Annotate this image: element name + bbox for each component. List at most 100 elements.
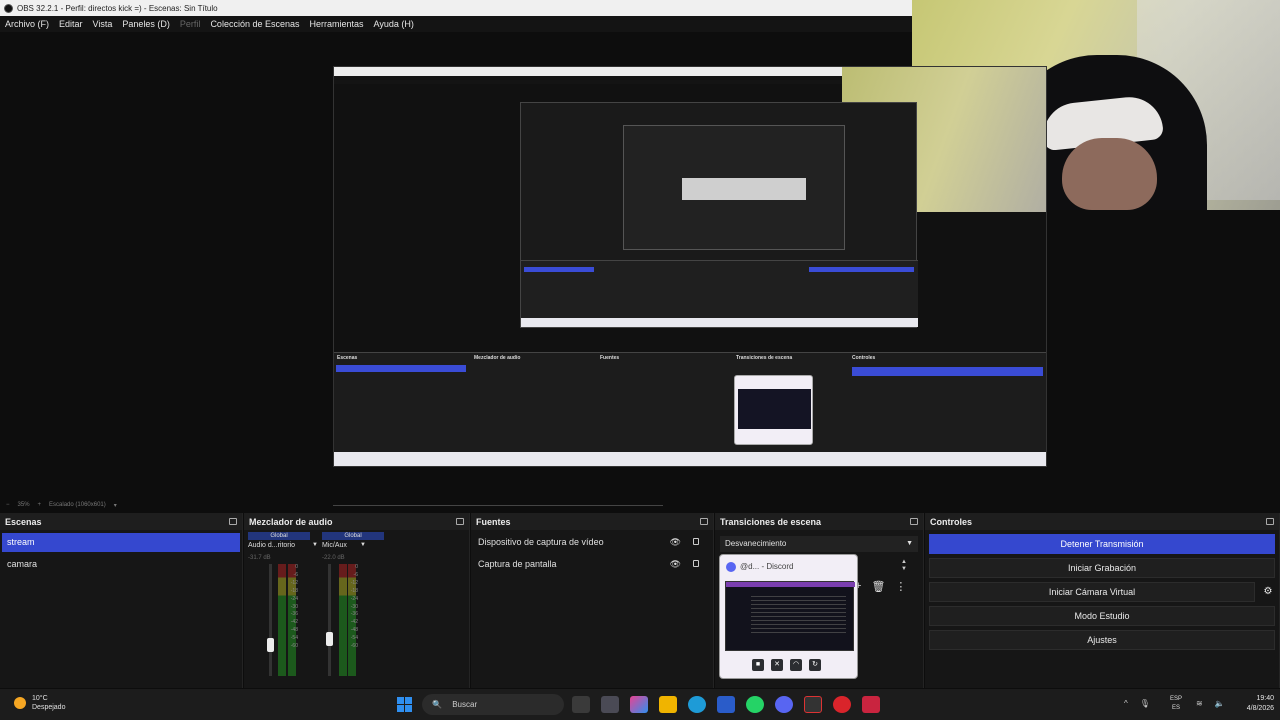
transition-select[interactable]: Desvanecimiento ▼ xyxy=(720,536,918,552)
headphones-icon[interactable]: ◠ xyxy=(790,659,802,671)
nested-inner-preview xyxy=(623,125,845,250)
taskbar-search[interactable]: 🔍 Buscar xyxy=(422,694,564,715)
nested-discord-popup xyxy=(734,375,813,445)
source-label: Dispositivo de captura de vídeo xyxy=(478,537,604,547)
scene-item-camara[interactable]: camara xyxy=(2,555,240,574)
audio-mixer-dock: Mezclador de audio Global Audio d...rito… xyxy=(244,513,470,699)
scenes-dock-header: Escenas xyxy=(0,513,242,530)
virtual-camera-label: Iniciar Cámara Virtual xyxy=(1048,587,1136,597)
edge-icon[interactable] xyxy=(688,696,706,713)
status-icons: ≋ 🔈 xyxy=(1196,699,1225,708)
acrobat-icon[interactable] xyxy=(862,696,880,713)
discord-app-icon[interactable] xyxy=(775,696,793,713)
windows-start-icon[interactable] xyxy=(397,697,412,712)
duration-spinner[interactable]: ▲ ▼ xyxy=(901,559,907,573)
gear-icon[interactable]: ⚙ xyxy=(1258,582,1278,602)
channel-name: Audio d...ritorio xyxy=(248,542,296,549)
volume-icon[interactable]: 🔈 xyxy=(1215,699,1225,708)
menu-bar: Archivo (F) Editar Vista Paneles (D) Per… xyxy=(0,16,912,32)
preview-canvas[interactable]: Escenas Mezclador de audio Fuentes Trans… xyxy=(333,66,1047,467)
scale-dropdown-icon[interactable]: ▾ xyxy=(114,502,117,509)
disconnect-icon[interactable]: ↻ xyxy=(809,659,821,671)
stop-streaming-button[interactable]: Detener Transmisión xyxy=(929,534,1275,554)
mixer-dock-header: Mezclador de audio xyxy=(244,513,469,530)
discord-thumbnail[interactable] xyxy=(725,581,855,651)
lock-icon[interactable] xyxy=(693,538,699,545)
volume-fader[interactable] xyxy=(269,564,272,676)
visibility-eye-icon[interactable]: 👁 xyxy=(670,555,681,574)
channel-menu-icon[interactable]: ▼ xyxy=(312,542,318,548)
tray-chevron-up-icon[interactable]: ^ xyxy=(1124,699,1128,708)
copilot-icon[interactable] xyxy=(630,696,648,713)
weather-temp: 10°C xyxy=(32,695,48,702)
source-item-video-capture[interactable]: Dispositivo de captura de vídeo 👁 xyxy=(473,533,711,552)
red-app-icon[interactable] xyxy=(833,696,851,713)
camera-icon[interactable]: ■ xyxy=(752,659,764,671)
clock-time: 19:40 xyxy=(1256,695,1274,702)
undock-icon[interactable] xyxy=(456,518,464,525)
mixer-channel-mic: Global Mic/Aux ▼ -22.0 dB 0 -6 -12 -18 -24 -3… xyxy=(322,530,384,699)
preview-scrollbar[interactable] xyxy=(333,505,663,506)
menu-vista[interactable]: Vista xyxy=(93,19,113,29)
channel-menu-icon[interactable]: ▼ xyxy=(360,542,366,548)
obs-app-icon[interactable] xyxy=(804,696,822,713)
undock-icon[interactable] xyxy=(229,518,237,525)
menu-perfil[interactable]: Perfil xyxy=(180,19,201,29)
discord-taskbar-preview[interactable]: @d... - Discord ■ ✕ ◠ ↻ xyxy=(719,554,858,679)
language-indicator[interactable]: ESP ES xyxy=(1170,695,1182,713)
transition-value: Desvanecimiento xyxy=(725,539,787,548)
title-bar: OBS 32.2.1 - Perfil: directos kick =) - … xyxy=(0,0,912,16)
meter-scale: 0 -6 -12 -18 -24 -30 -36 -42 -48 -54 -60 xyxy=(350,564,358,650)
lang-top: ESP xyxy=(1170,696,1183,702)
wifi-icon[interactable]: ≋ xyxy=(1196,699,1203,708)
person-face xyxy=(1062,138,1157,210)
controls-title: Controles xyxy=(930,516,973,527)
undock-icon[interactable] xyxy=(1266,518,1274,525)
menu-archivo[interactable]: Archivo (F) xyxy=(5,19,49,29)
system-tray: ^ 🎙 xyxy=(1124,699,1150,708)
channel-global-tag: Global xyxy=(322,532,384,540)
nested-dock-header: Mezclador de audio xyxy=(474,355,521,361)
start-recording-button[interactable]: Iniciar Grabación xyxy=(929,558,1275,578)
weather-widget[interactable]: 10°C Despejado xyxy=(14,694,65,712)
lock-icon[interactable] xyxy=(693,560,699,567)
source-item-screen-capture[interactable]: Captura de pantalla 👁 xyxy=(473,555,711,574)
trash-icon[interactable]: 🗑 xyxy=(871,580,885,593)
search-placeholder: Buscar xyxy=(452,700,478,709)
nested-dock-header: Fuentes xyxy=(600,355,620,361)
source-label: Captura de pantalla xyxy=(478,559,557,569)
settings-button[interactable]: Ajustes xyxy=(929,630,1275,650)
menu-herramientas[interactable]: Herramientas xyxy=(310,19,364,29)
camera-app-icon[interactable] xyxy=(601,696,619,713)
channel-db: -22.0 dB xyxy=(322,555,345,561)
volume-fader-knob[interactable] xyxy=(267,638,274,652)
transition-tools: + 🗑 ⋮ xyxy=(855,580,906,593)
transitions-dock-header: Transiciones de escena xyxy=(715,513,923,530)
channel-name: Mic/Aux xyxy=(322,542,347,549)
volume-fader[interactable] xyxy=(328,564,331,676)
scene-item-stream[interactable]: stream xyxy=(2,533,240,552)
taskbar-clock[interactable]: 19:40 4/8/2026 xyxy=(1228,694,1274,714)
task-view-icon[interactable] xyxy=(572,696,590,713)
sources-dock-header: Fuentes xyxy=(471,513,713,530)
zoom-out-icon[interactable]: − xyxy=(6,502,10,508)
menu-editar[interactable]: Editar xyxy=(59,19,83,29)
store-icon[interactable] xyxy=(717,696,735,713)
menu-ayuda[interactable]: Ayuda (H) xyxy=(374,19,414,29)
microphone-icon[interactable]: 🎙 xyxy=(1140,699,1150,708)
sources-title: Fuentes xyxy=(476,516,511,527)
undock-icon[interactable] xyxy=(700,518,708,525)
menu-paneles[interactable]: Paneles (D) xyxy=(122,19,170,29)
more-options-icon[interactable]: ⋮ xyxy=(895,580,906,593)
studio-mode-button[interactable]: Modo Estudio xyxy=(929,606,1275,626)
nested-inner-docks xyxy=(521,260,918,320)
volume-fader-knob[interactable] xyxy=(326,632,333,646)
start-virtual-camera-button[interactable]: Iniciar Cámara Virtual ⚙ xyxy=(929,582,1272,602)
zoom-in-icon[interactable]: + xyxy=(38,502,42,508)
file-explorer-icon[interactable] xyxy=(659,696,677,713)
mic-mute-icon[interactable]: ✕ xyxy=(771,659,783,671)
whatsapp-icon[interactable] xyxy=(746,696,764,713)
visibility-eye-icon[interactable]: 👁 xyxy=(670,533,681,552)
undock-icon[interactable] xyxy=(910,518,918,525)
menu-coleccion-escenas[interactable]: Colección de Escenas xyxy=(210,19,299,29)
